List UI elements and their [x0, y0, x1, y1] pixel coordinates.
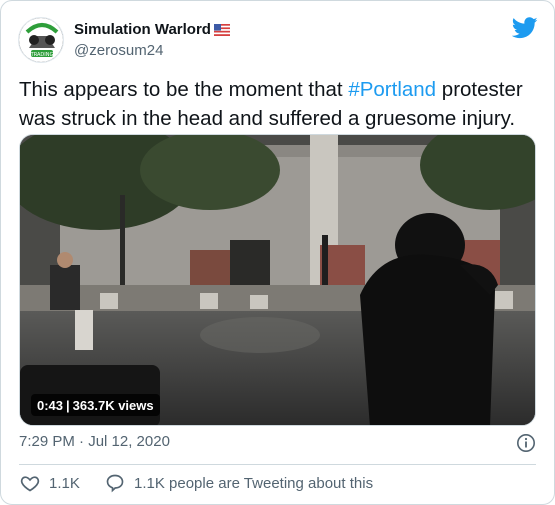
tweet-text-start: This appears to be the moment that: [19, 78, 349, 101]
video-info-badge: 0:43 | 363.7K views: [31, 394, 160, 416]
video-thumbnail[interactable]: [19, 134, 536, 426]
tweet-card: TRADING Simulation Warlord @zerosum24 Th…: [0, 0, 555, 505]
reply-text: 1.1K people are Tweeting about this: [134, 474, 374, 492]
like-count: 1.1K: [49, 474, 80, 492]
video-views: 363.7K views: [72, 397, 154, 413]
tweet-timestamp[interactable]: 7:29 PM · Jul 12, 2020: [19, 433, 170, 450]
heart-icon: [20, 476, 40, 492]
us-flag-icon: [213, 23, 230, 40]
info-icon[interactable]: [516, 433, 536, 453]
badge-separator: |: [66, 397, 70, 413]
avatar[interactable]: TRADING: [18, 17, 64, 63]
display-name-text[interactable]: Simulation Warlord: [74, 21, 211, 38]
svg-text:TRADING: TRADING: [30, 52, 54, 58]
video-duration: 0:43: [37, 397, 64, 413]
tweet-text: This appears to be the moment that #Port…: [19, 75, 544, 133]
hashtag-link[interactable]: #Portland: [348, 78, 436, 101]
divider: [19, 464, 536, 465]
display-name[interactable]: Simulation Warlord: [74, 21, 230, 40]
speech-bubble-icon: [106, 474, 124, 493]
twitter-bird-icon[interactable]: [512, 17, 538, 39]
reply-button[interactable]: 1.1K people are Tweeting about this: [105, 473, 373, 493]
user-handle[interactable]: @zerosum24: [74, 42, 163, 59]
like-button[interactable]: 1.1K: [20, 473, 80, 493]
